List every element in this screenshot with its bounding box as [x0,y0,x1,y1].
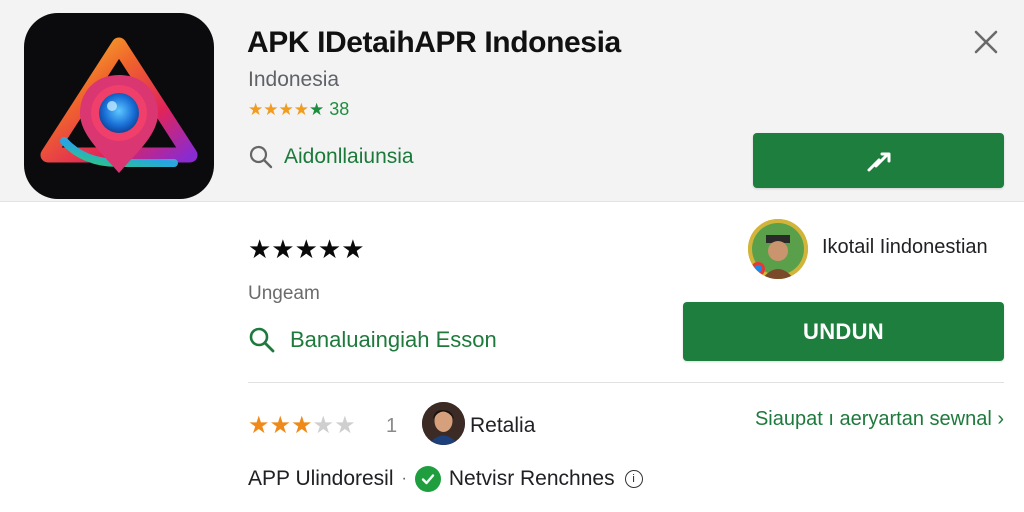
reviewer-name[interactable]: Retalia [470,414,535,438]
separator: · [401,470,407,487]
developer-avatar[interactable] [748,219,808,279]
rating-count: 38 [329,98,350,119]
close-button[interactable] [970,26,1002,58]
see-more-link[interactable]: Siaupat ı aeryartan sewnal › [755,408,1004,431]
app-label: APP Ulindoresil [248,467,394,490]
search-label-secondary: Banaluaingiah Esson [290,327,497,352]
app-title: APK IDetaihAPR Indonesia [247,26,621,59]
section-divider [248,382,1004,383]
review-star-rating: ★ ★ ★ ★ ★ [248,412,356,439]
app-developer[interactable]: Indonesia [248,68,339,92]
app-logo-icon [24,13,214,199]
developer-name[interactable]: Ikotail Iindonestian [822,236,988,259]
verified-check-icon [414,466,441,492]
star-rating-large: ★★★★★ [248,234,365,264]
star-rating-icon: ★ ★ ★ ★ ★ [248,99,325,119]
hammer-icon [867,152,890,171]
search-link[interactable]: Aidonllaiunsia [248,144,414,170]
reviewer-avatar[interactable] [422,402,465,445]
close-icon [974,30,998,54]
search-icon [249,145,273,169]
review-rating-number: 1 [386,415,398,437]
app-header: APK IDetaihAPR Indonesia Indonesia ★ ★ ★ ★ ★… [0,0,1024,202]
status-label: Netvisr Renchnes [448,467,615,490]
rating-summary: ★ ★ ★ ★ ★ 38 [248,98,349,120]
search-link-secondary[interactable]: Banaluaingiah Esson [248,326,497,354]
info-icon[interactable]: i [624,470,643,488]
install-button[interactable] [753,133,1004,188]
search-label: Aidonllaiunsia [284,145,414,168]
review-row: ★ ★ ★ ★ ★ 1 Retalia Siaupat ı aeryartan sewn… [248,402,1004,448]
app-meta-row: APP Ulindoresil · Netvisr Renchnes i [248,466,643,492]
primary-action-button[interactable]: UNDUN [683,302,1004,361]
subtitle: Ungeam [248,283,320,304]
search-icon [249,327,275,353]
